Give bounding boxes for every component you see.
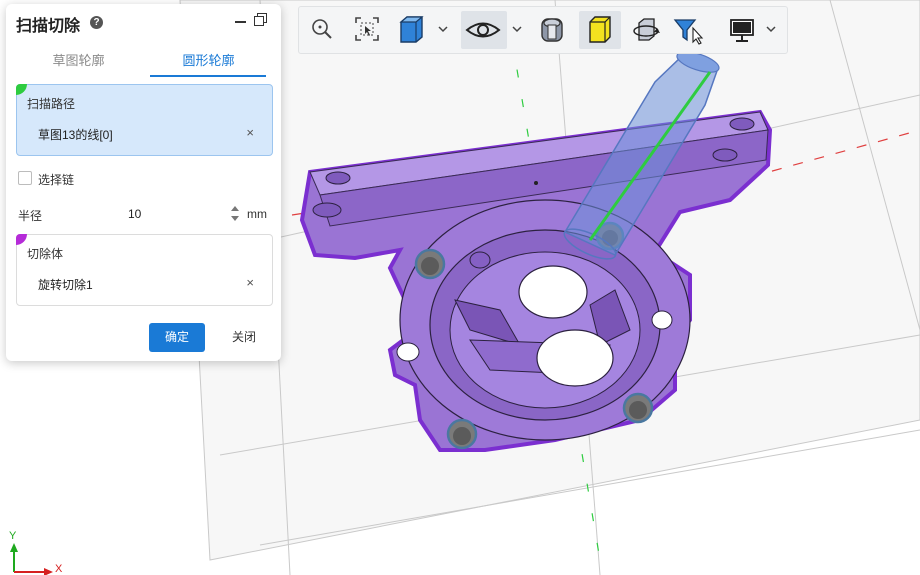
tab-sketch-profile[interactable]: 草图轮廓 bbox=[16, 46, 141, 76]
close-button[interactable]: 关闭 bbox=[219, 323, 269, 352]
radius-stepper[interactable] bbox=[230, 205, 240, 223]
display-monitor-icon[interactable] bbox=[727, 11, 757, 49]
section-view-icon[interactable] bbox=[537, 11, 567, 49]
selection-filter-icon[interactable] bbox=[671, 11, 707, 49]
sweep-path-value: 草图13的线[0] bbox=[38, 128, 113, 142]
zoom-to-fit-icon[interactable] bbox=[351, 11, 383, 49]
chevron-down-icon[interactable] bbox=[437, 21, 449, 39]
cut-body-value: 旋转切除1 bbox=[38, 278, 93, 292]
chevron-down-icon[interactable] bbox=[765, 21, 777, 39]
chevron-down-icon[interactable] bbox=[511, 21, 523, 39]
sweep-path-selector[interactable]: 扫描路径 草图13的线[0] × bbox=[16, 84, 273, 156]
radius-field: 半径 10 mm bbox=[18, 205, 273, 225]
view-cube-icon[interactable] bbox=[397, 11, 427, 49]
confirm-button[interactable]: 确定 bbox=[149, 323, 205, 352]
panel-title: 扫描切除 bbox=[16, 18, 81, 35]
visibility-eye-icon[interactable] bbox=[461, 11, 507, 49]
axes-triad bbox=[10, 543, 53, 575]
view-toolbar bbox=[298, 6, 788, 54]
selection-color-marker bbox=[16, 84, 27, 95]
tab-circle-profile[interactable]: 圆形轮廓 bbox=[146, 46, 271, 76]
radius-label: 半径 bbox=[18, 209, 43, 223]
panel-header: 扫描切除 ? bbox=[6, 4, 281, 40]
minimize-button[interactable] bbox=[234, 12, 248, 28]
profile-tabs: 草图轮廓 圆形轮廓 bbox=[16, 46, 271, 78]
select-chain-label: 选择链 bbox=[38, 173, 75, 187]
active-tab-indicator bbox=[150, 75, 266, 77]
cut-body-selector[interactable]: 切除体 旋转切除1 × bbox=[16, 234, 273, 306]
close-icon[interactable]: × bbox=[246, 125, 254, 140]
rotate-view-icon[interactable] bbox=[631, 11, 661, 49]
sweep-path-label: 扫描路径 bbox=[27, 97, 76, 111]
x-axis-label: X bbox=[55, 563, 63, 575]
zoom-icon[interactable] bbox=[307, 11, 337, 49]
radius-input[interactable]: 10 bbox=[128, 207, 141, 221]
selection-color-marker bbox=[16, 234, 27, 245]
help-icon[interactable]: ? bbox=[90, 16, 103, 29]
sweep-cut-panel: 扫描切除 ? 草图轮廓 圆形轮廓 扫描路径 草图13的线[0] × 选择链 半径… bbox=[6, 4, 281, 361]
y-axis-label: Y bbox=[9, 530, 17, 542]
cut-body-label: 切除体 bbox=[27, 247, 64, 261]
close-icon[interactable]: × bbox=[246, 275, 254, 290]
select-chain-checkbox[interactable] bbox=[18, 171, 32, 185]
restore-button[interactable] bbox=[254, 13, 268, 27]
shaded-display-icon[interactable] bbox=[579, 11, 621, 49]
radius-unit: mm bbox=[247, 207, 267, 221]
